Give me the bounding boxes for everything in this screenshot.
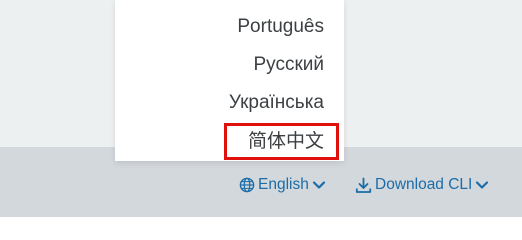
chevron-down-icon — [312, 178, 326, 192]
download-icon — [355, 177, 372, 194]
page: Português Русский Українська 简体中文 Englis… — [0, 0, 522, 217]
language-option-ukrainian[interactable]: Українська — [229, 91, 324, 115]
language-option-simplified-chinese[interactable]: 简体中文 — [248, 130, 324, 154]
globe-icon — [239, 177, 255, 193]
language-option-portuguese[interactable]: Português — [237, 15, 324, 39]
chevron-down-icon — [475, 178, 489, 192]
download-cli-label: Download CLI — [375, 176, 473, 193]
download-cli-button[interactable]: Download CLI — [355, 174, 489, 196]
language-selector-label: English — [258, 176, 309, 193]
language-dropdown-menu: Português Русский Українська 简体中文 — [115, 0, 344, 161]
language-option-russian[interactable]: Русский — [254, 53, 325, 77]
language-selector-button[interactable]: English — [239, 174, 326, 196]
